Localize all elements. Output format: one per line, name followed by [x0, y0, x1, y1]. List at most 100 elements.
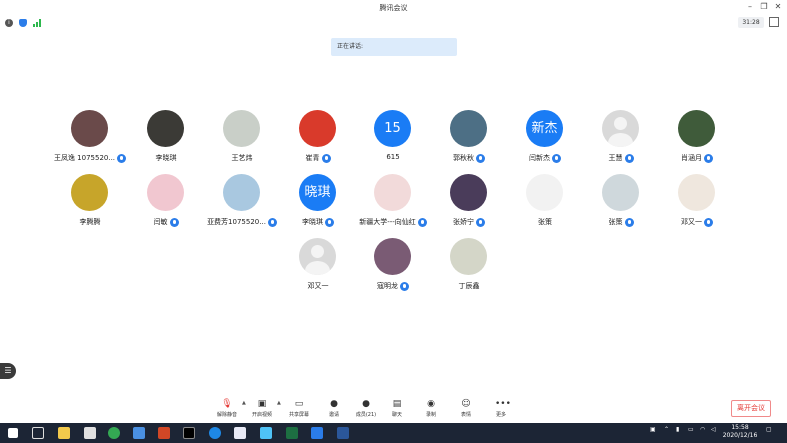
photos-icon[interactable]: [260, 427, 272, 439]
avatar: [374, 174, 411, 211]
participant-name: 张策: [538, 218, 552, 226]
avatar: [374, 238, 411, 275]
meeting-toolbar: 🎙 解除静音 ▲ ▣ 开启视频 ▲ ▭ 共享屏幕 ● 邀请 ● 成员(21) ▤…: [0, 396, 787, 423]
participant-name: 王艺炜: [231, 154, 253, 162]
participant-name: 邓又一: [307, 282, 329, 290]
participant-name: 丁辰鑫: [458, 282, 480, 290]
powerpoint-icon[interactable]: [158, 427, 170, 439]
smiley-icon: ☺: [461, 399, 471, 409]
avatar: [602, 174, 639, 211]
meeting-window: 腾讯会议 – ❐ ✕ i 31:28 正在讲话: 王凤逸 1075520... 李…: [0, 0, 787, 423]
avatar: [71, 110, 108, 147]
store-icon[interactable]: [84, 427, 96, 439]
avatar: [526, 174, 563, 211]
edge-icon[interactable]: [209, 427, 221, 439]
participant-name: 亚费芳1075520...: [207, 218, 266, 226]
participant-tile[interactable]: 肖涵月: [652, 110, 742, 170]
avatar: [299, 110, 336, 147]
invite-button[interactable]: ● 邀请: [317, 396, 351, 423]
excel-icon[interactable]: [286, 427, 298, 439]
video-button[interactable]: ▣ 开启视频: [245, 396, 279, 423]
clock-date: 2020/12/16: [722, 432, 758, 439]
more-button[interactable]: ••• 更多: [484, 396, 518, 423]
mic-icon: [624, 217, 634, 227]
fullscreen-icon[interactable]: [769, 17, 779, 27]
mic-icon: [476, 153, 485, 163]
participant-name: 张策: [608, 218, 623, 226]
file-explorer-icon[interactable]: [58, 427, 70, 439]
share-screen-button[interactable]: ▭ 共享屏幕: [282, 396, 316, 423]
participant-name: 崔青: [305, 154, 320, 162]
menu-lines-icon[interactable]: ☰: [0, 363, 16, 379]
title-bar: 腾讯会议 – ❐ ✕: [0, 0, 787, 16]
chat-button[interactable]: ▤ 聊天: [380, 396, 414, 423]
record-button[interactable]: ◉ 录制: [414, 396, 448, 423]
chat-icon: ▤: [392, 399, 402, 409]
leave-meeting-button[interactable]: 离开会议: [731, 400, 771, 417]
invite-user-icon: ●: [330, 399, 338, 409]
terminal-icon[interactable]: [183, 427, 195, 439]
more-dots-icon: •••: [495, 399, 511, 409]
restore-button[interactable]: ❐: [758, 2, 770, 12]
participant-name: 615: [386, 153, 400, 161]
unmute-button[interactable]: 🎙 解除静音: [210, 396, 244, 423]
mic-icon: [169, 217, 179, 227]
participant-name-row: 丁辰鑫: [424, 281, 514, 291]
avatar: [678, 110, 715, 147]
avatar-text: 晓琪: [299, 174, 336, 211]
mic-icon: [704, 217, 713, 227]
avatar: [71, 174, 108, 211]
app-icon[interactable]: [133, 427, 145, 439]
word-icon[interactable]: [337, 427, 349, 439]
volume-icon[interactable]: ◁: [711, 426, 716, 433]
participant-name: 邓又一: [681, 218, 702, 226]
notification-icon[interactable]: ▢: [766, 426, 772, 433]
mic-icon: [704, 153, 713, 163]
avatar-text: 新杰: [526, 110, 563, 147]
participant-name: 郭秋秋: [453, 154, 474, 162]
avatar: [450, 238, 487, 275]
record-icon: ◉: [427, 399, 435, 409]
close-button[interactable]: ✕: [772, 2, 784, 12]
shield-icon[interactable]: [19, 19, 27, 27]
mic-icon: [476, 217, 485, 227]
mic-muted-icon: 🎙: [221, 399, 233, 409]
tencent-meeting-icon[interactable]: [311, 427, 323, 439]
participant-name: 李晓琪: [155, 154, 177, 162]
reactions-button[interactable]: ☺ 表情: [449, 396, 483, 423]
avatar-text: 15: [374, 110, 411, 147]
members-button[interactable]: ● 成员(21): [349, 396, 383, 423]
default-avatar-icon: [602, 110, 639, 147]
participant-name: 王凤逸 1075520...: [53, 154, 116, 162]
clock-time: 15:58: [731, 424, 749, 431]
mic-icon: [552, 153, 561, 163]
minimize-button[interactable]: –: [744, 2, 756, 12]
share-screen-icon: ▭: [294, 399, 304, 409]
participant-name: 闫敏: [153, 218, 168, 226]
chevron-up-icon[interactable]: ⌃: [664, 426, 669, 433]
participant-tile[interactable]: 丁辰鑫: [424, 238, 514, 298]
video-options-caret[interactable]: ▲: [277, 400, 281, 406]
mic-icon: [624, 153, 634, 163]
info-icon[interactable]: i: [5, 19, 13, 27]
mic-icon[interactable]: ▮: [676, 426, 679, 433]
tray-app-icon[interactable]: ▣: [650, 426, 656, 433]
signal-icon[interactable]: [33, 19, 41, 27]
participant-tile[interactable]: 邓又一: [652, 174, 742, 234]
chrome-icon[interactable]: [108, 427, 120, 439]
wifi-icon[interactable]: ◠: [700, 426, 705, 433]
avatar: [450, 174, 487, 211]
avatar: [678, 174, 715, 211]
taskbar-clock[interactable]: 15:58 2020/12/16: [718, 424, 762, 440]
windows-start-icon[interactable]: [8, 428, 18, 438]
app-icon[interactable]: [234, 427, 246, 439]
members-icon: ●: [362, 399, 370, 409]
participant-name: 李晓琪: [302, 218, 323, 226]
default-avatar-icon: [299, 238, 336, 275]
battery-icon[interactable]: ▭: [688, 426, 694, 433]
window-title: 腾讯会议: [379, 4, 408, 12]
avatar: [223, 174, 260, 211]
task-view-icon[interactable]: [32, 427, 44, 439]
windows-taskbar: ▣ ⌃ ▮ ▭ ◠ ◁ 15:58 2020/12/16 ▢: [0, 423, 787, 443]
participant-name: 肖涵月: [681, 154, 702, 162]
